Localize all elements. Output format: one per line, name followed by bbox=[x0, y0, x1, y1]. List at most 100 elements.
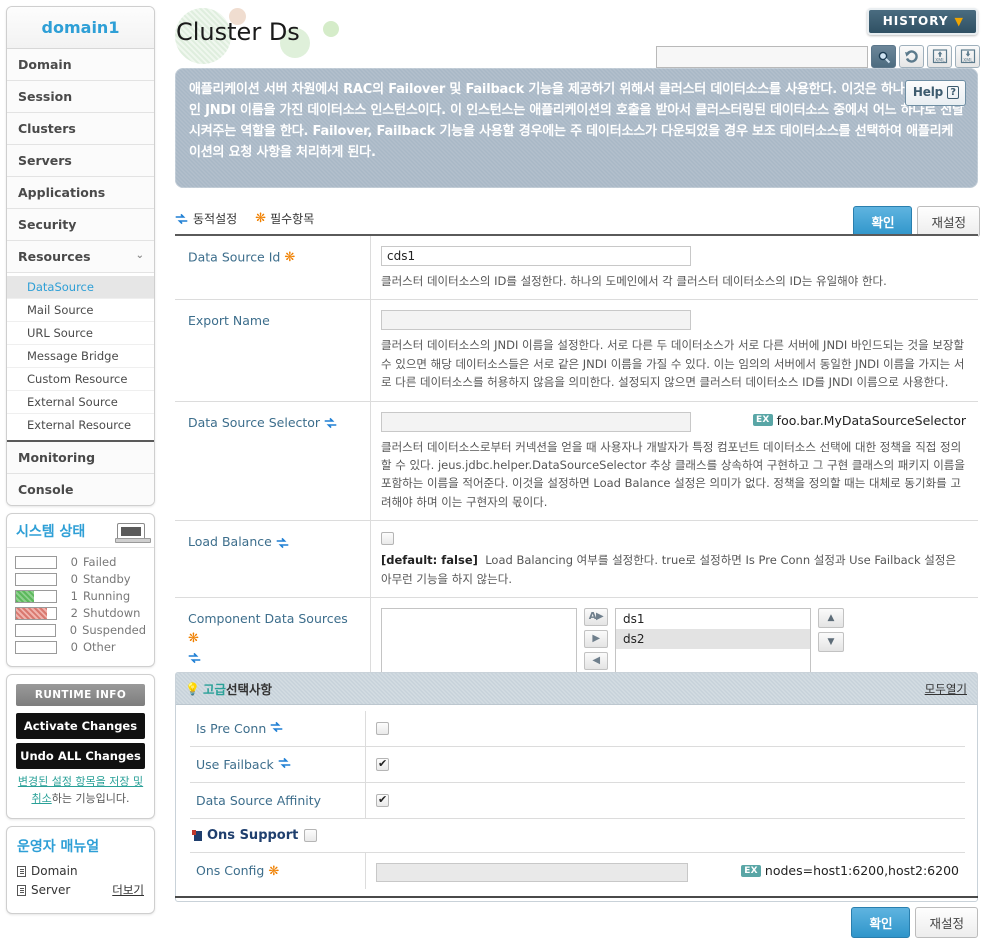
xml-import-icon[interactable]: XML bbox=[927, 45, 952, 68]
sync-icon bbox=[324, 417, 337, 429]
sidebar-item-mail-source[interactable]: Mail Source bbox=[7, 299, 154, 322]
ons-config-input[interactable] bbox=[376, 863, 688, 882]
form-row-export-name: Export Name 클러스터 데이터소스의 JNDI 이름을 설정한다. 서… bbox=[175, 300, 978, 402]
example-hint: EX nodes=host1:6200,host2:6200 bbox=[741, 863, 959, 878]
sidebar-item-console[interactable]: Console bbox=[7, 474, 154, 505]
sidebar-subitem-label: Mail Source bbox=[27, 303, 94, 317]
example-badge: EX bbox=[752, 414, 773, 427]
manual-item-domain[interactable]: Domain bbox=[17, 864, 144, 878]
form-field: 클러스터 데이터소스의 JNDI 이름을 설정한다. 서로 다른 두 데이터소스… bbox=[371, 300, 978, 400]
status-row-shutdown: 2 Shutdown bbox=[15, 606, 146, 620]
export-name-input[interactable] bbox=[381, 310, 691, 331]
form-label: Load Balance bbox=[175, 521, 371, 597]
manual-card: 운영자 매뉴얼 Domain Server 더보기 bbox=[6, 826, 155, 914]
xml-export-icon[interactable]: XML bbox=[955, 45, 980, 68]
reset-button-bottom[interactable]: 재설정 bbox=[915, 907, 978, 938]
refresh-icon[interactable] bbox=[899, 45, 924, 68]
help-label: Help bbox=[912, 85, 943, 99]
sidebar-item-session[interactable]: Session bbox=[7, 81, 154, 113]
example-text: nodes=host1:6200,host2:6200 bbox=[764, 863, 959, 878]
undo-all-changes-button[interactable]: Undo ALL Changes bbox=[16, 743, 145, 769]
form-label-text: Is Pre Conn bbox=[196, 721, 267, 736]
list-item[interactable]: ds1 bbox=[616, 609, 810, 629]
reset-button-top[interactable]: 재설정 bbox=[917, 206, 980, 237]
example-badge: EX bbox=[741, 864, 761, 877]
ons-support-checkbox[interactable] bbox=[304, 829, 318, 842]
form-label-text: Load Balance bbox=[188, 534, 272, 550]
expand-all-link[interactable]: 모두열기 bbox=[925, 681, 967, 697]
sidebar-item-domain[interactable]: Domain bbox=[7, 49, 154, 81]
example-text: foo.bar.MyDataSourceSelector bbox=[776, 412, 966, 428]
search-icon[interactable] bbox=[871, 45, 896, 68]
sidebar-item-label: Console bbox=[18, 482, 74, 497]
chevron-down-icon: ▼ bbox=[954, 15, 964, 28]
confirm-button-bottom[interactable]: 확인 bbox=[851, 907, 911, 938]
form-description: [default: false] Load Balancing 여부를 설정한다… bbox=[381, 551, 966, 588]
status-bar bbox=[15, 555, 57, 569]
sidebar-item-applications[interactable]: Applications bbox=[7, 177, 154, 209]
sidebar-item-label: Servers bbox=[18, 153, 72, 168]
sidebar-subitem-label: Message Bridge bbox=[27, 349, 119, 363]
status-label: Shutdown bbox=[83, 606, 141, 620]
laptop-icon[interactable] bbox=[115, 522, 151, 543]
use-failback-checkbox[interactable] bbox=[376, 757, 389, 771]
status-bar bbox=[15, 640, 57, 654]
sidebar-item-clusters[interactable]: Clusters bbox=[7, 113, 154, 145]
legend-dynamic-label: 동적설정 bbox=[193, 212, 238, 226]
status-bar bbox=[15, 589, 57, 603]
list-item[interactable]: ds2 bbox=[616, 628, 810, 649]
is-pre-conn-checkbox[interactable] bbox=[376, 722, 389, 735]
status-count: 2 bbox=[70, 606, 78, 620]
sidebar-item-servers[interactable]: Servers bbox=[7, 145, 154, 177]
remove-button[interactable]: ◀ bbox=[584, 651, 608, 670]
sidebar-subitem-label: External Resource bbox=[27, 418, 132, 432]
settings-form: Data Source Id ❋ 클러스터 데이터소스의 ID를 설정한다. 하… bbox=[175, 234, 978, 730]
system-status-title: 시스템 상태 bbox=[16, 524, 86, 540]
runtime-info-button[interactable]: RUNTIME INFO bbox=[16, 684, 145, 706]
add-button[interactable]: ▶ bbox=[584, 629, 608, 648]
description-panel: 애플리케이션 서버 차원에서 RAC의 Failover 및 Failback … bbox=[175, 68, 978, 188]
data-source-id-input[interactable] bbox=[381, 246, 691, 266]
add-all-button[interactable]: A▶ bbox=[584, 607, 608, 626]
confirm-button-top[interactable]: 확인 bbox=[853, 206, 913, 237]
sidebar-item-resources[interactable]: Resources ⌄ bbox=[7, 241, 154, 273]
sidebar-item-monitoring[interactable]: Monitoring bbox=[7, 440, 154, 474]
data-source-selector-input[interactable] bbox=[381, 411, 691, 432]
form-label-text: Data Source Id bbox=[188, 249, 281, 265]
manual-title: 운영자 매뉴얼 bbox=[17, 839, 100, 855]
status-label: Suspended bbox=[82, 623, 146, 637]
load-balance-checkbox[interactable] bbox=[381, 532, 394, 546]
data-source-affinity-checkbox[interactable] bbox=[376, 793, 389, 807]
activate-changes-button[interactable]: Activate Changes bbox=[16, 713, 145, 739]
form-row-load-balance: Load Balance [default: false] Load Balan… bbox=[175, 521, 978, 598]
sidebar-item-datasource[interactable]: DataSource bbox=[7, 276, 154, 299]
search-toolbar: XML XML bbox=[656, 45, 980, 68]
sidebar-item-security[interactable]: Security bbox=[7, 209, 154, 241]
advanced-title-rest: 선택사항 bbox=[225, 682, 272, 697]
form-label-text: Component Data Sources bbox=[188, 610, 348, 626]
advanced-title-highlight: 고급 bbox=[202, 682, 226, 697]
sidebar-item-custom-resource[interactable]: Custom Resource bbox=[7, 368, 154, 391]
manual-item-server[interactable]: Server 더보기 bbox=[17, 882, 144, 898]
search-input[interactable] bbox=[656, 45, 868, 68]
move-up-button[interactable]: ▲ bbox=[818, 607, 844, 628]
status-label: Standby bbox=[83, 572, 131, 586]
system-status-card: 시스템 상태 0 Failed 0 Standby 1 Running 2 Sh… bbox=[6, 513, 155, 667]
sync-icon bbox=[278, 757, 291, 769]
sidebar-item-external-source[interactable]: External Source bbox=[7, 391, 154, 414]
resources-submenu: DataSource Mail Source URL Source Messag… bbox=[7, 273, 154, 440]
sidebar-item-label: Session bbox=[18, 89, 73, 104]
help-button[interactable]: Help ? bbox=[904, 80, 966, 107]
sidebar-item-message-bridge[interactable]: Message Bridge bbox=[7, 345, 154, 368]
asterisk-icon: ❋ bbox=[284, 250, 296, 265]
history-button[interactable]: HISTORY ▼ bbox=[866, 8, 978, 35]
sidebar-item-label: Security bbox=[18, 217, 77, 232]
form-label-text: Ons Config bbox=[196, 863, 265, 878]
sidebar-item-external-resource[interactable]: External Resource bbox=[7, 414, 154, 436]
sidebar-item-url-source[interactable]: URL Source bbox=[7, 322, 154, 345]
history-label: HISTORY bbox=[882, 14, 949, 28]
move-down-button[interactable]: ▼ bbox=[818, 631, 844, 652]
form-label: Use Failback bbox=[190, 747, 366, 782]
manual-more-link[interactable]: 더보기 bbox=[112, 882, 144, 898]
sidebar-nav-card: domain1 Domain Session Clusters Servers … bbox=[6, 6, 155, 506]
